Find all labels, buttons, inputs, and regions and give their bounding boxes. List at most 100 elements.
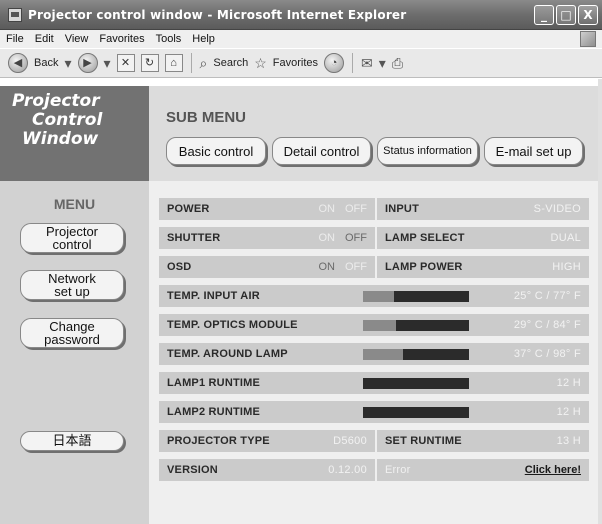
print-icon[interactable]: ⎙: [392, 55, 403, 72]
lamp-select-label: LAMP SELECT: [385, 232, 465, 244]
search-icon[interactable]: ⌕: [200, 55, 208, 72]
lamp-power-cell: LAMP POWER HIGH: [377, 256, 589, 278]
input-value: S-VIDEO: [533, 203, 581, 215]
favorites-star-icon[interactable]: ☆: [254, 55, 267, 72]
mail-icon[interactable]: ✉: [361, 55, 373, 72]
basic-control-button[interactable]: Basic control: [166, 137, 266, 165]
temp-around-lamp-value: 37° C / 98° F: [513, 348, 581, 360]
browser-toolbar: ◀ Back ▾ ▶ ▾ ✕ ↻ ⌂ ⌕ Search ☆ Favorites …: [0, 48, 602, 78]
lamp2-runtime-bar: [363, 407, 469, 418]
temp-around-lamp-row: TEMP. AROUND LAMP 37° C / 98° F: [159, 343, 589, 365]
shutter-on-indicator: ON: [318, 232, 336, 244]
forward-arrow-icon[interactable]: ▶: [77, 53, 98, 73]
lamp2-runtime-label: LAMP2 RUNTIME: [167, 406, 261, 418]
dropdown-arrow-icon[interactable]: ▾: [64, 55, 71, 72]
sub-menu-title: SUB MENU: [166, 109, 247, 126]
temp-input-air-bar-fill: [363, 291, 394, 302]
temp-optics-module-row: TEMP. OPTICS MODULE 29° C / 84° F: [159, 314, 589, 336]
menu-bar: File Edit View Favorites Tools Help: [0, 30, 602, 48]
version-value: 0.12.00: [328, 464, 367, 476]
temp-input-air-bar: [363, 291, 469, 302]
temp-input-air-value: 25° C / 77° F: [513, 290, 581, 302]
back-button-label[interactable]: Back: [34, 57, 58, 69]
detail-control-button[interactable]: Detail control: [272, 137, 371, 165]
lamp1-runtime-label: LAMP1 RUNTIME: [167, 377, 261, 389]
close-button[interactable]: X: [578, 5, 598, 25]
power-label: POWER: [167, 203, 210, 215]
projector-control-window-logo: Projector Control Window: [0, 86, 149, 181]
temp-optics-module-bar-fill: [363, 320, 396, 331]
osd-on-indicator: ON: [318, 261, 336, 273]
temp-optics-module-value: 29° C / 84° F: [513, 319, 581, 331]
toolbar-separator: [190, 53, 192, 73]
projector-type-label: PROJECTOR TYPE: [167, 435, 270, 447]
error-click-here-link[interactable]: Click here!: [525, 464, 581, 476]
temp-input-air-label: TEMP. INPUT AIR: [167, 290, 260, 302]
power-off-indicator: OFF: [345, 203, 367, 215]
lamp1-runtime-bar: [363, 378, 469, 389]
page-content: Projector Control Window SUB MENU Basic …: [0, 79, 602, 524]
network-setup-button[interactable]: Network set up: [20, 270, 124, 300]
projector-type-cell: PROJECTOR TYPE D5600: [159, 430, 375, 452]
shutter-cell: SHUTTER ON OFF: [159, 227, 375, 249]
error-label: Error: [385, 464, 411, 476]
input-cell: INPUT S-VIDEO: [377, 198, 589, 220]
power-on-indicator: ON: [318, 203, 336, 215]
status-information-button[interactable]: Status information: [377, 137, 478, 165]
back-arrow-icon[interactable]: ◀: [8, 53, 28, 73]
change-password-button[interactable]: Change password: [20, 318, 124, 348]
temp-optics-module-label: TEMP. OPTICS MODULE: [167, 319, 298, 331]
temp-optics-module-bar: [363, 320, 469, 331]
osd-cell: OSD ON OFF: [159, 256, 375, 278]
set-runtime-label: SET RUNTIME: [385, 435, 462, 447]
error-cell: Error Click here!: [377, 459, 589, 481]
lamp2-runtime-value: 12 H: [556, 406, 581, 418]
network-setup-label-2: set up: [54, 284, 90, 299]
stop-icon[interactable]: ✕: [116, 54, 135, 72]
set-runtime-value: 13 H: [556, 435, 581, 447]
menu-tools[interactable]: Tools: [156, 33, 182, 45]
window-right-border: [598, 79, 602, 524]
favorites-button-label[interactable]: Favorites: [273, 57, 318, 69]
menu-view[interactable]: View: [65, 33, 89, 45]
home-icon[interactable]: ⌂: [164, 54, 183, 72]
input-label: INPUT: [385, 203, 419, 215]
windows-flag-icon: [580, 31, 596, 47]
maximize-button[interactable]: □: [556, 5, 576, 25]
osd-off-indicator: OFF: [345, 261, 367, 273]
window-titlebar: Projector control window - Microsoft Int…: [0, 0, 602, 30]
japanese-language-button[interactable]: 日本語: [20, 431, 124, 451]
lamp-select-cell: LAMP SELECT DUAL: [377, 227, 589, 249]
menu-help[interactable]: Help: [192, 33, 215, 45]
lamp2-runtime-row: LAMP2 RUNTIME 12 H: [159, 401, 589, 423]
temp-around-lamp-bar: [363, 349, 469, 360]
ie-app-icon: [8, 7, 22, 22]
temp-around-lamp-label: TEMP. AROUND LAMP: [167, 348, 288, 360]
menu-favorites[interactable]: Favorites: [99, 33, 144, 45]
window-controls: _ □ X: [534, 5, 598, 25]
minimize-button[interactable]: _: [534, 5, 554, 25]
projector-type-value: D5600: [333, 435, 367, 447]
refresh-icon[interactable]: ↻: [140, 54, 159, 72]
logo-line-1: Projector: [12, 91, 100, 111]
dropdown-arrow-icon[interactable]: ▾: [379, 55, 386, 72]
toolbar-separator: [352, 53, 354, 73]
left-menu: MENU Projector control Network set up Ch…: [0, 181, 149, 524]
status-panel: POWER ON OFF INPUT S-VIDEO SHUTTER ON OF…: [149, 181, 602, 524]
history-icon[interactable]: ◔: [324, 53, 345, 73]
shutter-off-indicator: OFF: [345, 232, 367, 244]
lamp1-runtime-value: 12 H: [556, 377, 581, 389]
email-setup-button[interactable]: E-mail set up: [484, 137, 583, 165]
lamp-power-value: HIGH: [552, 261, 581, 273]
logo-line-3: Window: [22, 129, 99, 149]
dropdown-arrow-icon[interactable]: ▾: [104, 55, 111, 72]
projector-control-button[interactable]: Projector control: [20, 223, 124, 253]
osd-label: OSD: [167, 261, 192, 273]
search-button-label[interactable]: Search: [213, 57, 248, 69]
power-cell: POWER ON OFF: [159, 198, 375, 220]
menu-edit[interactable]: Edit: [35, 33, 54, 45]
lamp1-runtime-row: LAMP1 RUNTIME 12 H: [159, 372, 589, 394]
menu-file[interactable]: File: [6, 33, 24, 45]
shutter-label: SHUTTER: [167, 232, 221, 244]
temp-around-lamp-bar-fill: [363, 349, 404, 360]
